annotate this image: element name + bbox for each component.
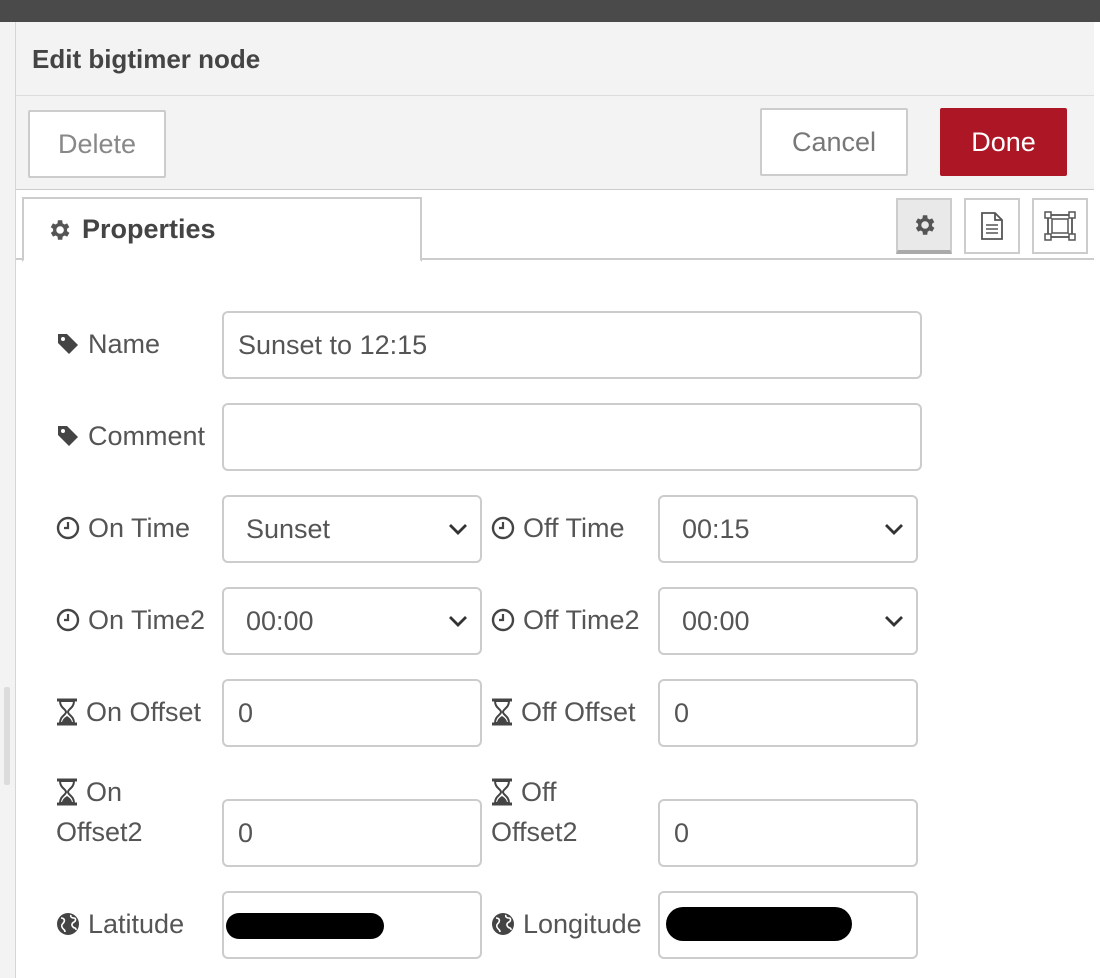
name-label-text: Name bbox=[88, 329, 161, 359]
window-top-bar bbox=[0, 0, 1100, 22]
off-offset-input[interactable]: 0 bbox=[658, 679, 918, 747]
globe-icon bbox=[56, 912, 80, 936]
on-time-select[interactable]: Sunset bbox=[222, 495, 482, 563]
tag-icon bbox=[56, 424, 80, 448]
on-offset-label-text: On Offset bbox=[86, 697, 202, 727]
chevron-down-icon bbox=[884, 522, 904, 536]
on-offset2-input[interactable]: 0 bbox=[222, 799, 482, 867]
gear-icon bbox=[46, 217, 72, 243]
on-offset-input[interactable]: 0 bbox=[222, 679, 482, 747]
tab-properties-label: Properties bbox=[82, 214, 216, 244]
off-offset-label: Off Offset bbox=[491, 692, 636, 732]
redaction-mark bbox=[226, 913, 384, 939]
done-button[interactable]: Done bbox=[940, 108, 1067, 176]
redaction-mark bbox=[666, 907, 852, 941]
delete-button[interactable]: Delete bbox=[28, 110, 166, 178]
hourglass-icon bbox=[491, 778, 513, 806]
left-gutter bbox=[0, 22, 16, 978]
on-offset2-label-line2: Offset2 bbox=[56, 817, 143, 847]
resize-handle[interactable] bbox=[4, 687, 10, 785]
frame-icon bbox=[1044, 211, 1076, 241]
page-title: Edit bigtimer node bbox=[32, 44, 261, 74]
off-offset-label-text: Off Offset bbox=[521, 697, 636, 727]
node-properties-tab-button[interactable] bbox=[896, 198, 952, 254]
on-offset-label: On Offset bbox=[56, 692, 201, 732]
globe-icon bbox=[491, 912, 515, 936]
latitude-label: Latitude bbox=[56, 904, 184, 944]
latitude-input[interactable] bbox=[222, 891, 482, 959]
latitude-label-text: Latitude bbox=[88, 909, 185, 939]
off-time-value: 00:15 bbox=[682, 513, 750, 544]
longitude-label: Longitude bbox=[491, 904, 642, 944]
gear-icon bbox=[911, 212, 937, 238]
off-time-select[interactable]: 00:15 bbox=[658, 495, 918, 563]
off-time-label: Off Time bbox=[491, 508, 625, 548]
tab-bar: Properties bbox=[16, 190, 1094, 262]
on-time2-label: On Time2 bbox=[56, 600, 205, 640]
on-time-label: On Time bbox=[56, 508, 190, 548]
on-time2-label-text: On Time2 bbox=[88, 605, 206, 635]
off-time2-label-text: Off Time2 bbox=[523, 605, 640, 635]
off-offset2-label-line2: Offset2 bbox=[491, 817, 578, 847]
comment-input[interactable] bbox=[222, 403, 922, 471]
tray-header: Edit bigtimer node bbox=[16, 22, 1094, 96]
document-icon bbox=[979, 211, 1005, 241]
appearance-tab-button[interactable] bbox=[1032, 198, 1088, 254]
clock-icon bbox=[56, 516, 80, 540]
edit-tray: Edit bigtimer node Delete Cancel Done Pr… bbox=[16, 22, 1100, 978]
longitude-label-text: Longitude bbox=[523, 909, 642, 939]
clock-icon bbox=[491, 608, 515, 632]
chevron-down-icon bbox=[448, 614, 468, 628]
tag-icon bbox=[56, 332, 80, 356]
name-label: Name bbox=[56, 324, 160, 364]
off-time2-value: 00:00 bbox=[682, 605, 750, 636]
off-time2-select[interactable]: 00:00 bbox=[658, 587, 918, 655]
comment-label-text: Comment bbox=[88, 421, 206, 451]
longitude-input[interactable] bbox=[658, 891, 918, 959]
tray-toolbar: Delete Cancel Done bbox=[16, 96, 1094, 190]
off-offset2-label-line1: Off bbox=[521, 777, 557, 807]
hourglass-icon bbox=[491, 698, 513, 726]
properties-form: Name Sunset to 12:15 Comment On Time Sun… bbox=[16, 262, 1094, 978]
on-time2-value: 00:00 bbox=[246, 605, 314, 636]
off-time-label-text: Off Time bbox=[523, 513, 625, 543]
off-offset2-label: Off Offset2 bbox=[491, 772, 578, 852]
cancel-button[interactable]: Cancel bbox=[760, 108, 908, 176]
off-offset2-input[interactable]: 0 bbox=[658, 799, 918, 867]
chevron-down-icon bbox=[448, 522, 468, 536]
off-time2-label: Off Time2 bbox=[491, 600, 640, 640]
on-offset2-label-line1: On bbox=[86, 777, 123, 807]
comment-label: Comment bbox=[56, 416, 205, 456]
clock-icon bbox=[56, 608, 80, 632]
on-time-label-text: On Time bbox=[88, 513, 191, 543]
description-tab-button[interactable] bbox=[964, 198, 1020, 254]
hourglass-icon bbox=[56, 698, 78, 726]
clock-icon bbox=[491, 516, 515, 540]
chevron-down-icon bbox=[884, 614, 904, 628]
hourglass-icon bbox=[56, 778, 78, 806]
on-offset2-label: On Offset2 bbox=[56, 772, 143, 852]
name-input[interactable]: Sunset to 12:15 bbox=[222, 311, 922, 379]
tab-properties[interactable]: Properties bbox=[22, 197, 422, 262]
on-time2-select[interactable]: 00:00 bbox=[222, 587, 482, 655]
on-time-value: Sunset bbox=[246, 513, 331, 544]
